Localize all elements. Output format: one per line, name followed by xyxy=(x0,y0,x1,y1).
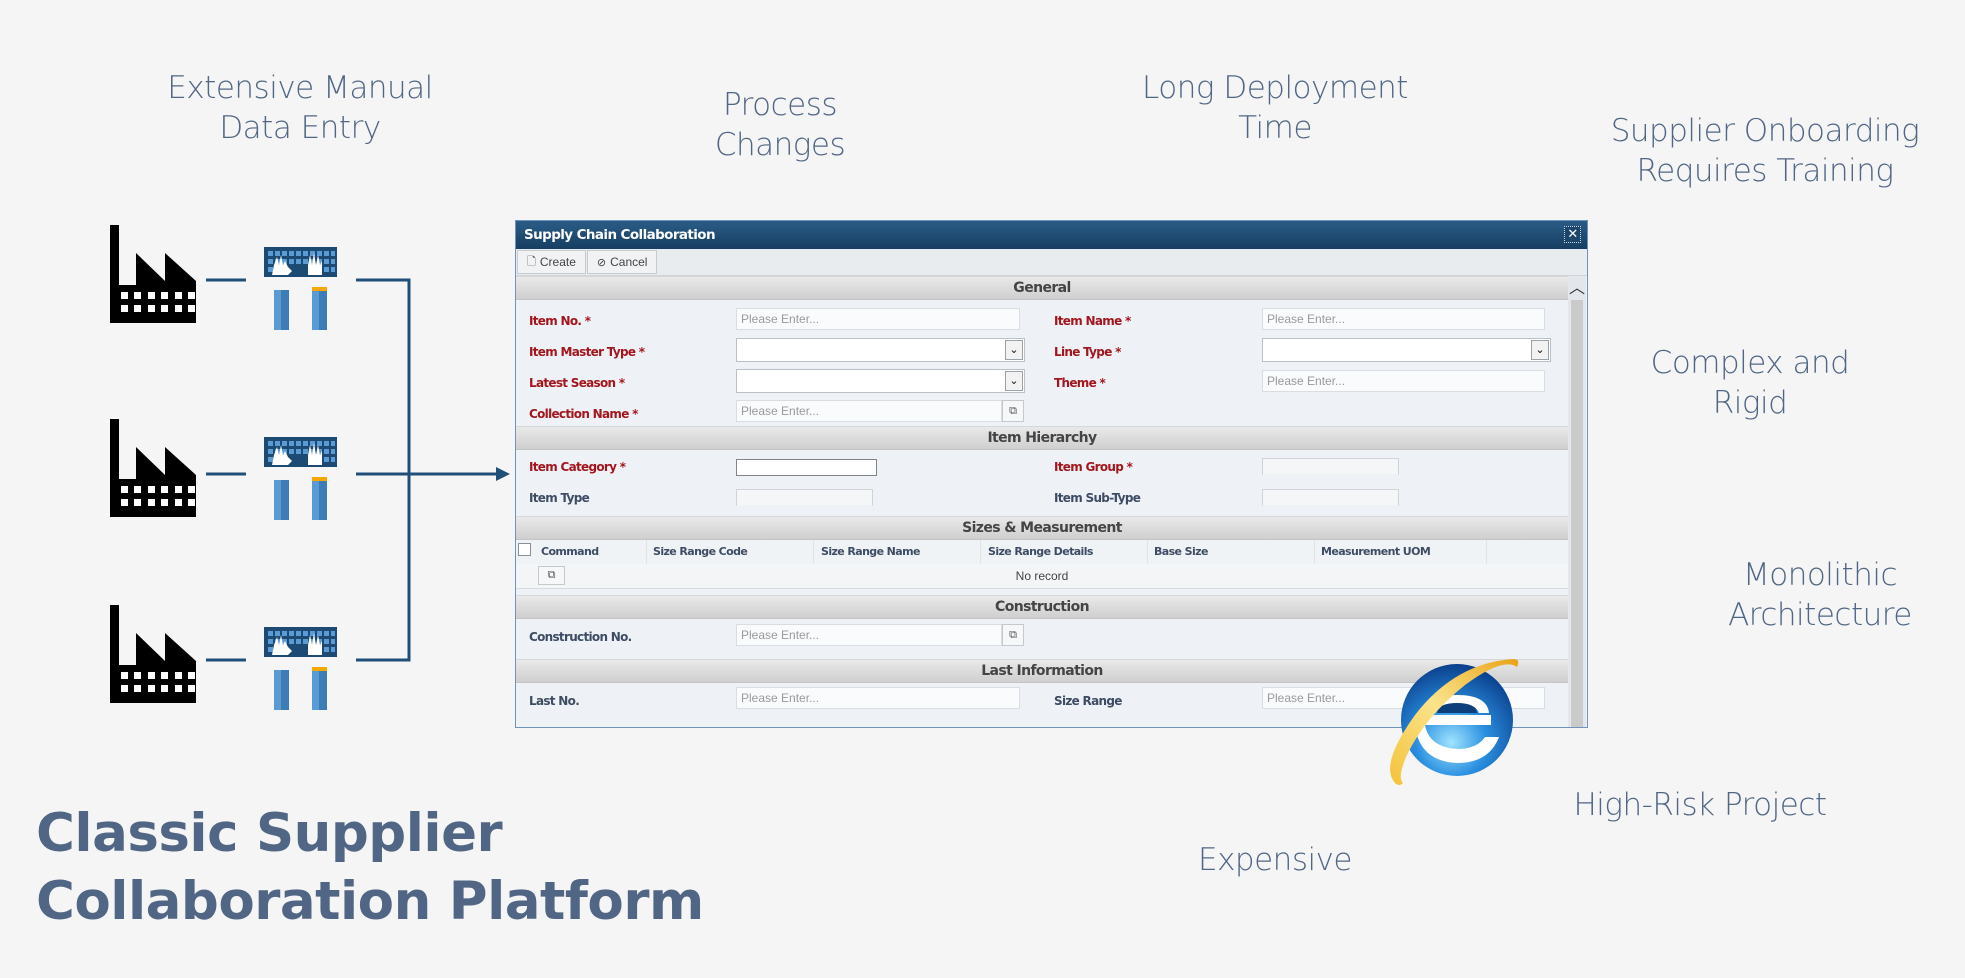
item-no-input[interactable] xyxy=(736,308,1020,330)
item-type-input[interactable] xyxy=(736,489,873,506)
column-divider xyxy=(1147,540,1148,564)
document-icon: 🗋 xyxy=(527,255,536,268)
section-header-item-hierarchy: Item Hierarchy xyxy=(516,426,1568,450)
construction-lookup-button[interactable]: ⧉ xyxy=(1002,624,1024,646)
item-sub-type-input[interactable] xyxy=(1262,489,1399,506)
column-header[interactable]: Size Range Details xyxy=(988,545,1093,558)
section-header-general: General xyxy=(516,276,1568,300)
window-title-bar: Supply Chain Collaboration ✕ xyxy=(516,221,1587,249)
vertical-scrollbar[interactable]: ︿ xyxy=(1568,276,1586,727)
theme-input[interactable] xyxy=(1262,370,1545,392)
window-title: Supply Chain Collaboration xyxy=(524,227,716,243)
line-type-select[interactable]: ⌄ xyxy=(1262,338,1551,362)
column-header[interactable]: Base Size xyxy=(1154,545,1208,558)
factory-icon xyxy=(110,419,196,517)
item-master-type-label: Item Master Type * xyxy=(529,345,645,359)
item-name-label: Item Name * xyxy=(1054,314,1131,328)
connector-bracket xyxy=(356,278,411,662)
close-button[interactable]: ✕ xyxy=(1564,226,1581,243)
item-type-label: Item Type xyxy=(529,491,590,505)
section-header-sizes-measurement: Sizes & Measurement xyxy=(516,516,1568,540)
chevron-down-icon: ⌄ xyxy=(1005,340,1023,360)
construction-section: Construction No. ⧉ xyxy=(516,619,1568,655)
chevron-down-icon: ⌄ xyxy=(1005,371,1023,391)
factory-icon xyxy=(110,225,196,323)
supplier-row-2 xyxy=(110,419,510,520)
callout-process-changes: Process Changes xyxy=(714,87,846,163)
last-no-label: Last No. xyxy=(529,694,580,708)
item-category-input[interactable] xyxy=(736,459,877,476)
table-row: ⧉ No record xyxy=(516,564,1568,589)
size-range-label: Size Range xyxy=(1054,694,1122,708)
item-category-label: Item Category * xyxy=(529,460,626,474)
column-header[interactable]: Measurement UOM xyxy=(1321,545,1431,558)
last-no-input[interactable] xyxy=(736,687,1020,709)
item-name-input[interactable] xyxy=(1262,308,1545,330)
select-all-checkbox[interactable] xyxy=(518,543,531,556)
chevron-up-icon: ︿ xyxy=(1568,280,1585,297)
keyboard-typing-icon xyxy=(264,247,337,330)
popup-icon: ⧉ xyxy=(1009,405,1017,417)
item-sub-type-label: Item Sub-Type xyxy=(1054,491,1141,505)
theme-label: Theme * xyxy=(1054,376,1106,390)
scroll-up-button[interactable]: ︿ xyxy=(1568,276,1586,298)
column-divider xyxy=(813,540,814,564)
collection-lookup-button[interactable]: ⧉ xyxy=(1002,400,1024,422)
close-icon: ✕ xyxy=(1567,227,1578,242)
collection-name-label: Collection Name * xyxy=(529,407,638,421)
latest-season-select[interactable]: ⌄ xyxy=(736,369,1025,393)
construction-no-label: Construction No. xyxy=(529,630,632,644)
column-divider xyxy=(1486,540,1487,564)
column-divider xyxy=(646,540,647,564)
callout-complex-rigid: Complex and Rigid xyxy=(1650,345,1850,421)
callout-supplier-onboarding: Supplier Onboarding Requires Training xyxy=(1610,113,1920,189)
line-type-label: Line Type * xyxy=(1054,345,1121,359)
column-header[interactable]: Command xyxy=(541,545,599,558)
latest-season-label: Latest Season * xyxy=(529,376,625,390)
column-divider xyxy=(1314,540,1315,564)
create-label: Create xyxy=(539,255,576,269)
internet-explorer-icon xyxy=(1390,659,1519,785)
scrollbar-thumb[interactable] xyxy=(1571,300,1583,727)
item-no-label: Item No. * xyxy=(529,314,591,328)
collection-name-input[interactable] xyxy=(736,400,1002,422)
supply-chain-window: Supply Chain Collaboration ✕ 🗋 Create ⊘ … xyxy=(515,220,1588,728)
toolbar: 🗋 Create ⊘ Cancel xyxy=(516,249,1587,276)
supplier-diagram xyxy=(110,225,510,710)
item-group-input[interactable] xyxy=(1262,458,1399,475)
item-master-type-select[interactable]: ⌄ xyxy=(736,338,1025,362)
callout-long-deployment-time: Long Deployment Time xyxy=(1142,70,1408,146)
general-section: Item No. * Item Name * Item Master Type … xyxy=(516,300,1568,426)
callout-monolithic-architecture: Monolithic Architecture xyxy=(1728,557,1912,633)
keyboard-typing-icon xyxy=(264,627,337,710)
create-button[interactable]: 🗋 Create xyxy=(517,250,586,274)
cancel-icon: ⊘ xyxy=(596,256,607,269)
column-header[interactable]: Size Range Code xyxy=(653,545,748,558)
table-header: Command Size Range Code Size Range Name … xyxy=(516,540,1568,564)
section-header-construction: Construction xyxy=(516,595,1568,619)
column-header[interactable]: Size Range Name xyxy=(821,545,920,558)
item-group-label: Item Group * xyxy=(1054,460,1133,474)
column-divider xyxy=(980,540,981,564)
supplier-row-3 xyxy=(110,605,337,710)
factory-icon xyxy=(110,605,196,703)
chevron-down-icon: ⌄ xyxy=(1531,340,1549,360)
hierarchy-section: Item Category * Item Group * Item Type I… xyxy=(516,450,1568,516)
keyboard-typing-icon xyxy=(264,437,337,520)
construction-no-input[interactable] xyxy=(736,624,1002,646)
popup-icon: ⧉ xyxy=(1009,629,1017,641)
cancel-button[interactable]: ⊘ Cancel xyxy=(586,250,658,274)
callout-expensive: Expensive xyxy=(1197,842,1353,878)
arrow-icon xyxy=(496,467,510,481)
callout-high-risk-project: High-Risk Project xyxy=(1573,787,1827,823)
sizes-table: Command Size Range Code Size Range Name … xyxy=(516,540,1568,589)
cancel-label: Cancel xyxy=(610,255,648,269)
no-record-text: No record xyxy=(1015,569,1069,583)
supplier-row-1 xyxy=(110,225,411,662)
